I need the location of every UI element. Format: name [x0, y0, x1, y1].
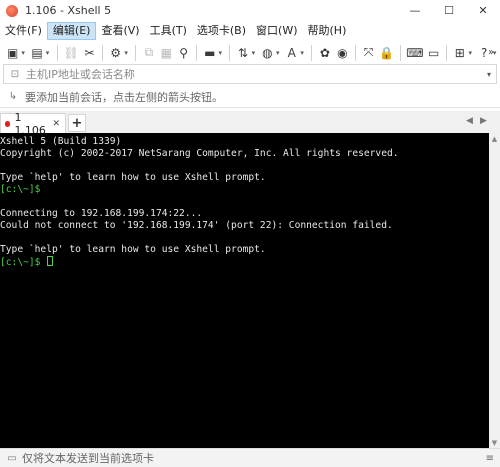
chevron-down-icon[interactable]: ▾: [469, 49, 474, 57]
tab-session[interactable]: 1 1.106 ✕: [0, 111, 66, 137]
toolbar-separator: [196, 44, 198, 61]
toolbar-separator: [446, 44, 448, 61]
toolbar-separator: [56, 44, 58, 61]
scroll-down-icon[interactable]: ▼: [489, 437, 500, 448]
font-icon[interactable]: A: [285, 45, 298, 61]
status-bar: ▭ 仅将文本发送到当前选项卡 ≡: [0, 448, 500, 467]
terminal-line: [c:\~]$: [0, 184, 489, 196]
terminal-line: Copyright (c) 2002-2017 NetSarang Comput…: [0, 148, 489, 160]
menu-item[interactable]: 编辑(E): [46, 22, 97, 40]
toolbar-overflow-button[interactable]: »: [484, 44, 498, 60]
terminal-line: Connecting to 192.168.199.174:22...: [0, 208, 489, 220]
menu-item[interactable]: 工具(T): [145, 22, 192, 40]
hint-text: 要添加当前会话，点击左侧的箭头按钮。: [25, 90, 223, 104]
terminal-line: Type `help' to learn how to use Xshell p…: [0, 244, 489, 256]
status-text: 仅将文本发送到当前选项卡: [22, 452, 154, 465]
terminal-text: Copyright (c) 2002-2017 NetSarang Comput…: [0, 148, 399, 159]
chevron-down-icon[interactable]: ▾: [218, 49, 223, 57]
link-icon[interactable]: ⛓: [64, 45, 79, 61]
terminal-text: Type `help' to learn how to use Xshell p…: [0, 172, 266, 183]
tab-bar: 1 1.106 ✕ + ◀ ▶: [0, 111, 500, 137]
status-menu-icon[interactable]: ≡: [486, 453, 494, 464]
window-controls: — ☐ ✕: [398, 0, 500, 21]
close-button[interactable]: ✕: [466, 0, 500, 21]
session-address-icon: ⊡: [10, 68, 20, 80]
properties-icon[interactable]: ⚙: [109, 45, 122, 61]
compose-bar-icon[interactable]: ▭: [6, 452, 18, 464]
menu-item[interactable]: 选项卡(B): [192, 22, 251, 40]
chevron-down-icon[interactable]: ▾: [21, 49, 26, 57]
xftp-icon[interactable]: ✿: [318, 45, 331, 61]
scroll-up-icon[interactable]: ▲: [489, 133, 500, 144]
chevron-down-icon[interactable]: ▾: [300, 49, 305, 57]
keyboard-icon[interactable]: ⌨: [406, 45, 423, 61]
toolbar-separator: [102, 44, 103, 61]
toolbar-separator: [354, 44, 356, 61]
lock-icon[interactable]: 🔒: [379, 45, 394, 61]
host-address-input[interactable]: [26, 67, 482, 81]
chevron-down-icon[interactable]: ▾: [252, 49, 257, 57]
menu-bar: 文件(F) 编辑(E) 查看(V) 工具(T) 选项卡(B) 窗口(W) 帮助(H): [0, 21, 500, 41]
chevron-down-icon[interactable]: ▾: [124, 49, 129, 57]
chevron-down-icon[interactable]: ▾: [276, 49, 281, 57]
terminal-cursor: [47, 256, 54, 266]
add-session-arrow-icon[interactable]: ↳: [7, 91, 19, 103]
maximize-button[interactable]: ☐: [432, 0, 466, 21]
new-session-icon[interactable]: ▣: [6, 45, 19, 61]
minimize-button[interactable]: —: [398, 0, 432, 21]
disconnect-icon[interactable]: ✂: [83, 45, 96, 61]
terminal-text: Connecting to 192.168.199.174:22...: [0, 208, 203, 219]
toolbar-separator: [229, 44, 231, 61]
shell-prompt: [c:\~]$: [0, 257, 47, 268]
window-title: 1.106 - Xshell 5: [25, 4, 112, 17]
menu-item[interactable]: 查看(V): [96, 22, 144, 40]
toolbar: ▣ ▾ ▤ ▾ ⛓ ✂ ⚙ ▾ ⧉ ▦ ⚲ ▬ ▾ ⇅ ▾ ◍ ▾ A ▾ ✿ ◉ ⤧ 🔒 ⌨ ▭ ⊞ ▾? ▾: [0, 41, 500, 64]
status-dot-icon: [5, 120, 11, 127]
xshell-logo-icon: [6, 4, 18, 17]
title-bar: 1.106 - Xshell 5 — ☐ ✕: [0, 0, 500, 21]
paste-icon[interactable]: ▦: [160, 45, 173, 61]
terminal-line: Type `help' to learn how to use Xshell p…: [0, 172, 489, 184]
tab-close-icon[interactable]: ✕: [52, 119, 60, 129]
script-icon[interactable]: ◉: [336, 45, 349, 61]
fullscreen-icon[interactable]: ⤧: [362, 45, 375, 61]
terminal-line: Could not connect to '192.168.199.174' (…: [0, 220, 489, 232]
address-dropdown-button[interactable]: ▾: [482, 70, 496, 79]
terminal-text: Type `help' to learn how to use Xshell p…: [0, 244, 266, 255]
copy-icon[interactable]: ⧉: [142, 45, 155, 61]
open-folder-icon[interactable]: ▤: [30, 45, 43, 61]
globe-icon[interactable]: ◍: [261, 45, 274, 61]
menu-item[interactable]: 帮助(H): [303, 22, 352, 40]
find-icon[interactable]: ⚲: [177, 45, 190, 61]
terminal-text: Could not connect to '192.168.199.174' (…: [0, 220, 393, 231]
shell-prompt: [c:\~]$: [0, 184, 47, 195]
chevron-down-icon[interactable]: ▾: [46, 49, 51, 57]
compose-icon[interactable]: ▭: [427, 45, 440, 61]
toolbar-separator: [135, 44, 137, 61]
print-icon[interactable]: ▬: [203, 45, 216, 61]
add-tab-button[interactable]: +: [68, 114, 86, 132]
transfer-icon[interactable]: ⇅: [236, 45, 249, 61]
tab-prev-icon[interactable]: ◀: [466, 116, 473, 126]
hint-bar: ↳ 要添加当前会话，点击左侧的箭头按钮。: [0, 86, 500, 108]
tab-next-icon[interactable]: ▶: [480, 116, 487, 126]
terminal-text: Xshell 5 (Build 1339): [0, 136, 122, 147]
menu-item[interactable]: 文件(F): [0, 22, 47, 40]
toolbar-separator: [311, 44, 313, 61]
terminal-scrollbar[interactable]: ▲ ▼: [489, 133, 500, 448]
add-icon[interactable]: ⊞: [453, 45, 466, 61]
menu-item[interactable]: 窗口(W): [251, 22, 302, 40]
toolbar-separator: [400, 44, 401, 61]
terminal-output[interactable]: Xshell 5 (Build 1339) Copyright (c) 2002-…: [0, 133, 489, 448]
terminal-line: Xshell 5 (Build 1339): [0, 136, 489, 148]
terminal-line: [c:\~]$: [0, 256, 489, 268]
address-bar: ⊡ ▾: [3, 64, 497, 84]
